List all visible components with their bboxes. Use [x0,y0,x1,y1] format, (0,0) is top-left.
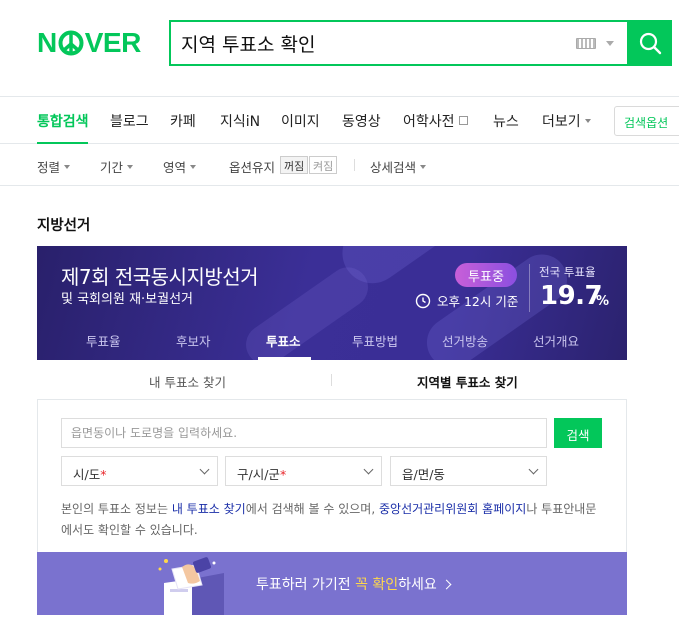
search-icon [639,32,661,55]
election-tabs: 투표율 후보자 투표소 투표방법 선거방송 선거개요 [37,320,626,360]
external-window-icon [458,116,468,125]
election-subtitle: 및 국회의원 재·보궐선거 [61,292,193,307]
caret-down-icon [64,165,71,169]
filter-detail-label: 상세검색 [370,160,417,175]
tab-images[interactable]: 이미지 [281,111,320,131]
clock-icon [415,293,431,308]
select-sido[interactable]: 시/도* [61,456,218,486]
naver-logo[interactable]: N VER [37,27,142,58]
required-mark: * [279,467,287,482]
tab-more-wrap[interactable]: 더보기 [542,111,591,131]
tab-candidates[interactable]: 후보자 [176,331,211,350]
notice-text: 에서 검색해 볼 수 있으며, [245,502,379,516]
tab-dictionary: 어학사전 [403,114,455,130]
turnout-value: 19.7 [540,281,603,311]
link-nec-homepage[interactable]: 중앙선거관리위원회 홈페이지 [379,502,526,516]
notice-text: 본인의 투표소 정보는 [61,502,172,516]
select-gugun-label: 구/시/군 [237,467,280,482]
tab-more: 더보기 [542,114,581,130]
select-dong[interactable]: 읍/면/동 [390,456,547,486]
cta-text-after: 하세요 [398,577,437,593]
turnout-unit: % [596,294,610,309]
polling-notice: 본인의 투표소 정보는 내 투표소 찾기에서 검색해 볼 수 있으며, 중앙선거… [61,499,601,541]
caret-down-icon [190,165,197,169]
filter-sort-label: 정렬 [37,160,61,175]
caret-down-icon [127,165,134,169]
chevron-down-icon [199,464,210,475]
election-title: 제7회 전국동시지방선거 [61,265,259,289]
filter-area[interactable]: 영역 [163,157,197,176]
search-box [169,20,672,66]
divider [529,264,530,312]
filter-period-label: 기간 [100,160,124,175]
filter-period[interactable]: 기간 [100,157,134,176]
tab-cafe[interactable]: 카페 [170,111,196,131]
cta-highlight: 꼭 확인 [355,577,399,593]
cta-text-before: 투표하러 가기전 [256,577,356,593]
time-info: 오후 12시 기준 [415,291,518,310]
divider [331,374,332,386]
address-search-button[interactable]: 검색 [554,418,602,448]
chevron-down-icon[interactable] [606,41,614,46]
divider [354,159,355,171]
filter-sort[interactable]: 정렬 [37,157,71,176]
search-tabs: 통합검색 블로그 카페 지식iN 이미지 동영상 어학사전 뉴스 더보기 검색옵… [0,96,679,144]
filter-area-label: 영역 [163,160,187,175]
header: N VER [0,0,679,96]
select-sido-label: 시/도 [73,467,101,482]
logo-letters-ver: VER [84,27,142,58]
filter-detail-search[interactable]: 상세검색 [370,157,427,176]
voting-status-badge: 투표중 [455,263,517,287]
polling-subtabs: 내 투표소 찾기 지역별 투표소 찾기 [37,360,627,400]
select-dong-label: 읍/면/동 [402,467,445,482]
search-button[interactable] [627,20,672,66]
subtab-regional-polling-station[interactable]: 지역별 투표소 찾기 [417,372,518,391]
tab-blog[interactable]: 블로그 [110,111,149,131]
select-gugun[interactable]: 구/시/군* [225,456,382,486]
search-input[interactable] [181,29,561,57]
caret-down-icon [584,119,591,123]
search-options-button[interactable]: 검색옵션 [614,106,679,136]
tab-voting-method[interactable]: 투표방법 [352,331,398,350]
section-title: 지방선거 [37,218,91,234]
required-mark: * [100,467,107,482]
filter-bar: 정렬 기간 영역 옵션유지 꺼짐 켜짐 상세검색 [0,144,679,186]
caret-down-icon [420,165,427,169]
reference-time: 오후 12시 기준 [437,294,519,309]
keyboard-icon[interactable] [576,38,596,49]
tab-kin[interactable]: 지식iN [220,111,260,131]
keep-option-label: 옵션유지 [229,160,276,175]
logo-letter-n: N [37,27,57,58]
election-banner: 제7회 전국동시지방선거 및 국회의원 재·보궐선거 투표중 오후 12시 기준… [37,246,627,360]
tab-all[interactable]: 통합검색 [37,111,89,131]
subtab-my-polling-station[interactable]: 내 투표소 찾기 [149,372,226,391]
link-my-polling-station[interactable]: 내 투표소 찾기 [172,502,246,516]
keep-option-on[interactable]: 켜짐 [309,156,338,174]
election-card: 제7회 전국동시지방선거 및 국회의원 재·보궐선거 투표중 오후 12시 기준… [37,246,627,615]
chevron-down-icon [528,464,539,475]
address-input[interactable] [61,418,547,448]
tab-dictionary-wrap[interactable]: 어학사전 [403,111,468,131]
tab-polling-station[interactable]: 투표소 [266,331,301,350]
keep-option-off[interactable]: 꺼짐 [280,156,309,174]
tab-election-overview[interactable]: 선거개요 [533,331,579,350]
tab-videos[interactable]: 동영상 [342,111,381,131]
tab-turnout[interactable]: 투표율 [86,331,121,350]
turnout-label: 전국 투표율 [539,265,596,279]
tab-news[interactable]: 뉴스 [493,111,519,131]
chevron-down-icon [363,464,374,475]
voting-check-banner[interactable]: 투표하러 가기전 꼭 확인하세요 [37,552,627,615]
tab-election-broadcast[interactable]: 선거방송 [442,331,488,350]
peace-sign-icon [58,30,84,56]
chevron-right-icon [441,579,452,590]
voting-check-link[interactable]: 투표하러 가기전 꼭 확인하세요 [256,574,452,594]
ballot-box-illustration [158,557,224,615]
